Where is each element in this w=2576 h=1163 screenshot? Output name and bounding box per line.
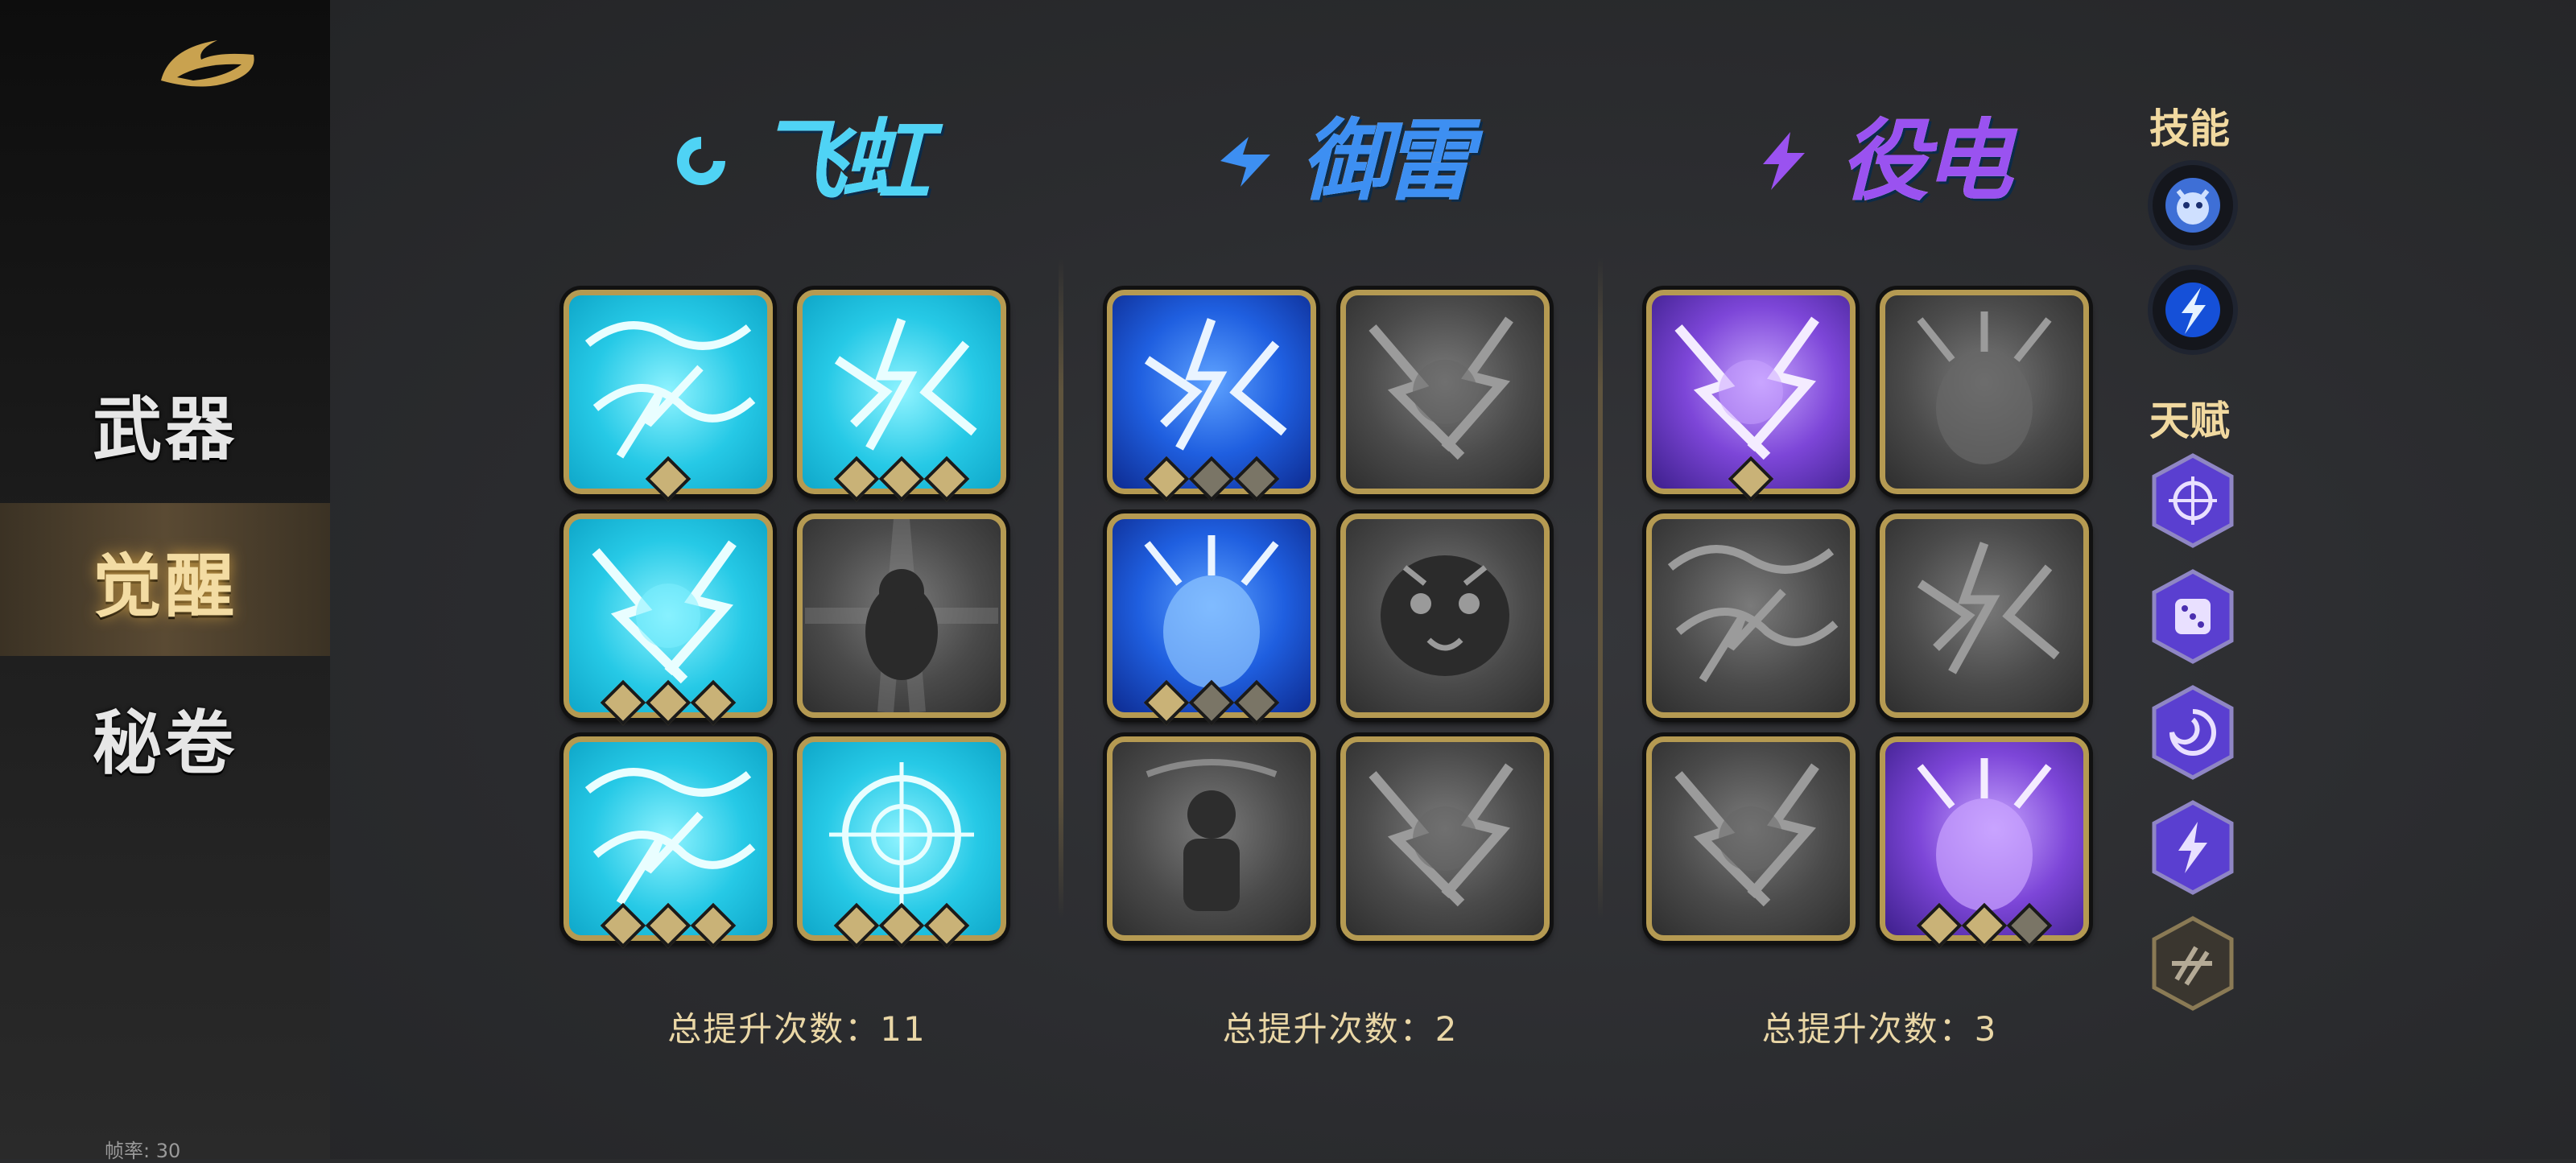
column-title: 飞虹 <box>758 109 930 212</box>
awaken-card[interactable] <box>1646 513 1856 718</box>
locked-warrior-icon <box>1146 759 1278 911</box>
upgrade-pips <box>833 902 970 949</box>
pip-filled <box>1916 902 1963 949</box>
talent-claw-burst-icon[interactable] <box>2148 915 2238 1012</box>
column-2: 御雷总提升次数：2 <box>1099 0 1582 1159</box>
pip-filled <box>878 902 925 949</box>
column-header: 役电 <box>1638 89 2121 233</box>
upgrade-pips <box>600 679 737 726</box>
talent-dice-icon[interactable] <box>2148 568 2238 665</box>
bolt-icon <box>1763 132 1805 190</box>
column-title: 御雷 <box>1301 109 1473 212</box>
pip-filled <box>645 902 691 949</box>
dragon-logo-icon <box>161 40 254 87</box>
column-header: 飞虹 <box>555 89 1038 233</box>
upgrade-pips <box>645 456 691 502</box>
pip-filled <box>690 679 737 726</box>
pip-filled <box>878 456 925 502</box>
pip-filled <box>645 679 691 726</box>
pip-empty <box>1233 679 1280 726</box>
talent-vortex-icon[interactable] <box>2148 684 2238 781</box>
pip-empty <box>1233 456 1280 502</box>
talent-lightning-icon[interactable] <box>2148 799 2238 896</box>
pip-empty <box>1188 456 1235 502</box>
pip-filled <box>923 456 970 502</box>
sidebar: 武器 觉醒 秘卷 帧率: 30 <box>0 0 330 1162</box>
upgrade-pips <box>833 456 970 502</box>
locked-crack-icon <box>1667 545 1839 683</box>
awaken-card[interactable] <box>1880 513 2089 718</box>
awaken-card[interactable] <box>1340 513 1550 718</box>
pip-filled <box>833 902 880 949</box>
locked-guardian-icon <box>805 519 998 712</box>
lightning-blade-icon <box>1220 137 1270 187</box>
nav-secret-scroll[interactable]: 秘卷 <box>0 660 330 813</box>
pip-filled <box>690 902 737 949</box>
skills-label: 技能 <box>2149 105 2230 152</box>
lightning-bolt-icon[interactable] <box>2153 270 2233 350</box>
upgrade-pips <box>1143 679 1280 726</box>
pip-filled <box>600 902 646 949</box>
awaken-card[interactable] <box>1880 290 2089 494</box>
column-1: 飞虹总提升次数：11 <box>555 0 1038 1159</box>
total-upgrade-count: 总提升次数：2 <box>1222 1009 1459 1049</box>
pip-filled <box>1961 902 2008 949</box>
upgrade-pips <box>1728 456 1774 502</box>
locked-web-icon <box>1917 542 2060 674</box>
column-title: 役电 <box>1840 109 2013 212</box>
locked-storm-cloud-icon <box>1917 311 2052 464</box>
column-header: 御雷 <box>1099 89 1582 233</box>
total-upgrade-count: 总提升次数：3 <box>1761 1009 1998 1049</box>
pip-empty <box>1188 679 1235 726</box>
pip-filled <box>833 456 880 502</box>
tiger-head-icon <box>1381 555 1509 676</box>
locked-shatter-icon <box>1368 763 1513 907</box>
column-divider <box>1598 258 1603 918</box>
upgrade-pips <box>1143 456 1280 502</box>
pip-filled <box>1143 456 1190 502</box>
pip-filled <box>600 679 646 726</box>
pip-empty <box>2006 902 2053 949</box>
awaken-card[interactable] <box>797 513 1006 718</box>
nav-awakening[interactable]: 觉醒 <box>0 503 330 656</box>
locked-lightning-icon <box>1368 316 1513 460</box>
locked-zigzag-icon <box>1674 763 1819 907</box>
tiger-spirit-icon[interactable] <box>2153 165 2233 245</box>
talents-label: 天赋 <box>2149 398 2230 444</box>
column-3: 役电总提升次数：3 <box>1638 0 2121 1159</box>
upgrade-pips <box>600 902 737 949</box>
pip-filled <box>923 902 970 949</box>
nav-weapons[interactable]: 武器 <box>0 346 330 499</box>
upgrade-pips <box>1916 902 2053 949</box>
pip-filled <box>645 456 691 502</box>
talent-target-icon[interactable] <box>2148 452 2238 549</box>
pip-filled <box>1728 456 1774 502</box>
awaken-card[interactable] <box>1340 290 1550 494</box>
awaken-card[interactable] <box>1107 736 1316 941</box>
total-upgrade-count: 总提升次数：11 <box>667 1009 927 1049</box>
awaken-card[interactable] <box>1340 736 1550 941</box>
swirl-icon <box>677 137 725 185</box>
awaken-card[interactable] <box>1646 736 1856 941</box>
column-divider <box>1059 258 1063 918</box>
dice-icon <box>2175 599 2211 634</box>
pip-filled <box>1143 679 1190 726</box>
